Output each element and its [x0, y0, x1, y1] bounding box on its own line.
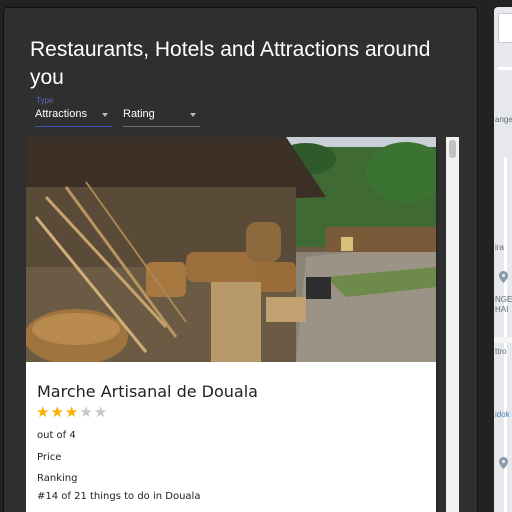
map-search-box[interactable] [498, 13, 512, 43]
places-list[interactable]: Marche Artisanal de Douala ★★★★★ out of … [26, 137, 456, 512]
map-label: NGE [495, 295, 512, 304]
map-label: ttro [495, 347, 507, 356]
price-label: Price [37, 452, 62, 463]
rating-select[interactable]: Rating [123, 107, 200, 127]
place-photo-image [26, 137, 436, 362]
place-card[interactable]: Marche Artisanal de Douala ★★★★★ out of … [26, 137, 436, 512]
dropdown-arrow-icon [190, 113, 196, 117]
map-pin-icon[interactable] [499, 457, 508, 469]
map-road [494, 337, 512, 343]
place-name: Marche Artisanal de Douala [37, 382, 258, 401]
ranking-value: #14 of 21 things to do in Douala [37, 491, 201, 502]
type-select-label: Type [36, 96, 54, 105]
star-icon: ★ [36, 404, 50, 421]
scroll-thumb[interactable] [449, 140, 456, 158]
rating-select-value: Rating [123, 108, 155, 120]
map-pin-icon[interactable] [499, 271, 508, 283]
list-scrollbar[interactable] [446, 137, 459, 512]
place-photo [26, 137, 436, 362]
map-panel[interactable]: ange ira NGE HAI ttro idok [494, 7, 512, 512]
dropdown-arrow-icon [102, 113, 108, 117]
star-icon: ★ [50, 404, 64, 421]
star-icon: ★ [93, 404, 108, 421]
map-label: ange [495, 115, 512, 124]
star-icon: ★ [79, 404, 93, 421]
star-icon: ★ [64, 404, 79, 421]
type-select-value: Attractions [35, 108, 87, 120]
map-label: idok [495, 410, 510, 419]
type-select[interactable]: Attractions [35, 107, 112, 127]
rating-text: out of 4 [37, 430, 76, 441]
map-label: ira [495, 243, 504, 252]
map-label: HAI [495, 305, 509, 314]
page-title: Restaurants, Hotels and Attractions arou… [30, 38, 431, 89]
rating-stars: ★★★★★ [36, 405, 108, 421]
ranking-label: Ranking [37, 473, 78, 484]
map-road [498, 67, 512, 70]
